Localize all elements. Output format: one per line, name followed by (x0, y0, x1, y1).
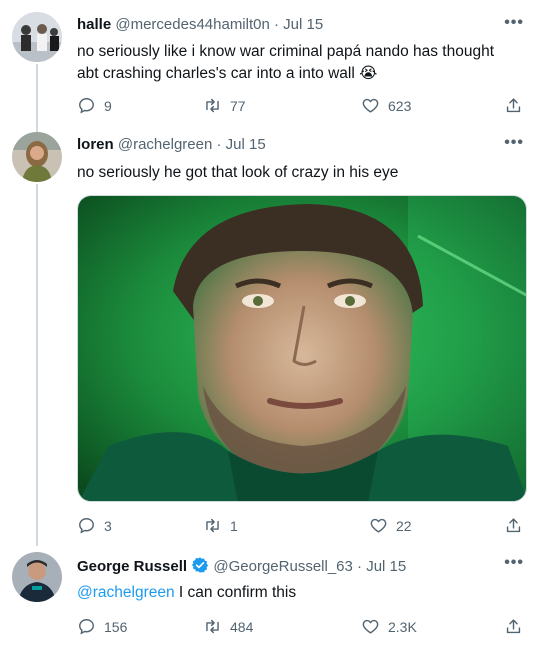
tweet-header: halle @mercedes44hamilt0n · Jul 15 (77, 16, 323, 33)
share-button[interactable] (504, 617, 523, 636)
retweet-icon (206, 98, 219, 113)
tweet[interactable]: halle @mercedes44hamilt0n · Jul 15 ••• n… (0, 0, 540, 130)
display-name[interactable]: halle (77, 16, 111, 33)
tweet-actions: 3 1 22 (77, 516, 525, 536)
heart-icon (362, 98, 379, 113)
heart-icon (370, 518, 387, 533)
more-options-icon[interactable]: ••• (504, 134, 524, 152)
avatar[interactable] (12, 132, 62, 182)
tweet-header: loren @rachelgreen · Jul 15 (77, 136, 266, 153)
tweet-text-fragment: I can confirm this (174, 584, 297, 601)
tweet-text: no seriously he got that look of crazy i… (77, 164, 399, 181)
tweet-header: George Russell @GeorgeRussell_63 · Jul 1… (77, 556, 406, 575)
tweet-text-fragment: abt crashing charles's car into a into w… (77, 65, 355, 82)
more-options-icon[interactable]: ••• (504, 14, 524, 32)
tweet-actions: 9 77 623 (77, 96, 525, 116)
reply-icon (79, 98, 94, 114)
like-button[interactable]: 2.3K (361, 617, 417, 636)
tweet-text: @rachelgreen I can confirm this (77, 582, 525, 604)
reply-icon (79, 619, 94, 635)
retweet-button[interactable]: 1 (203, 516, 238, 535)
share-button[interactable] (504, 516, 523, 535)
handle[interactable]: @mercedes44hamilt0n (115, 16, 269, 33)
avatar[interactable] (12, 12, 62, 62)
like-count: 22 (396, 517, 412, 534)
display-name[interactable]: loren (77, 136, 114, 153)
reply-button[interactable]: 156 (77, 617, 127, 636)
reply-count: 156 (104, 618, 128, 635)
retweet-button[interactable]: 484 (203, 617, 253, 636)
reply-button[interactable]: 9 (77, 96, 112, 115)
share-icon (506, 619, 521, 634)
retweet-count: 1 (230, 517, 238, 534)
handle[interactable]: @rachelgreen (118, 136, 212, 153)
separator: · (274, 16, 279, 33)
like-count: 2.3K (388, 618, 417, 635)
reply-count: 9 (104, 97, 112, 114)
retweet-icon (206, 518, 219, 533)
tweet-photo[interactable] (77, 195, 527, 502)
retweet-count: 484 (230, 618, 254, 635)
retweet-icon (206, 619, 219, 634)
timestamp[interactable]: Jul 15 (226, 136, 266, 153)
timestamp[interactable]: Jul 15 (283, 16, 323, 33)
crying-emoji: 😭 (359, 65, 378, 82)
tweet-text: no seriously like i know war criminal pa… (77, 41, 525, 85)
share-icon (506, 98, 521, 113)
retweet-button[interactable]: 77 (203, 96, 246, 115)
share-icon (506, 518, 521, 533)
mention-link[interactable]: @rachelgreen (77, 584, 175, 601)
tweet-text-line: no seriously like i know war criminal pa… (77, 43, 495, 60)
verified-badge-icon (192, 557, 209, 573)
reply-button[interactable]: 3 (77, 516, 112, 535)
like-count: 623 (388, 97, 412, 114)
separator: · (357, 558, 363, 575)
heart-icon (362, 619, 379, 634)
reply-count: 3 (104, 517, 112, 534)
tweet-text-line: abt crashing charles's car into a into w… (77, 63, 525, 85)
avatar[interactable] (12, 552, 62, 602)
like-button[interactable]: 623 (361, 96, 411, 115)
like-button[interactable]: 22 (369, 516, 412, 535)
more-options-icon[interactable]: ••• (504, 554, 524, 572)
retweet-count: 77 (230, 97, 246, 114)
handle[interactable]: @GeorgeRussell_63 (213, 558, 352, 575)
reply-icon (79, 518, 94, 534)
tweet[interactable]: George Russell @GeorgeRussell_63 · Jul 1… (0, 542, 540, 648)
timestamp[interactable]: Jul 15 (366, 558, 406, 575)
separator: · (216, 136, 222, 153)
tweet[interactable]: loren @rachelgreen · Jul 15 ••• no serio… (0, 130, 540, 542)
tweet-actions: 156 484 2.3K (77, 617, 525, 637)
share-button[interactable] (504, 96, 523, 115)
display-name[interactable]: George Russell (77, 558, 187, 575)
